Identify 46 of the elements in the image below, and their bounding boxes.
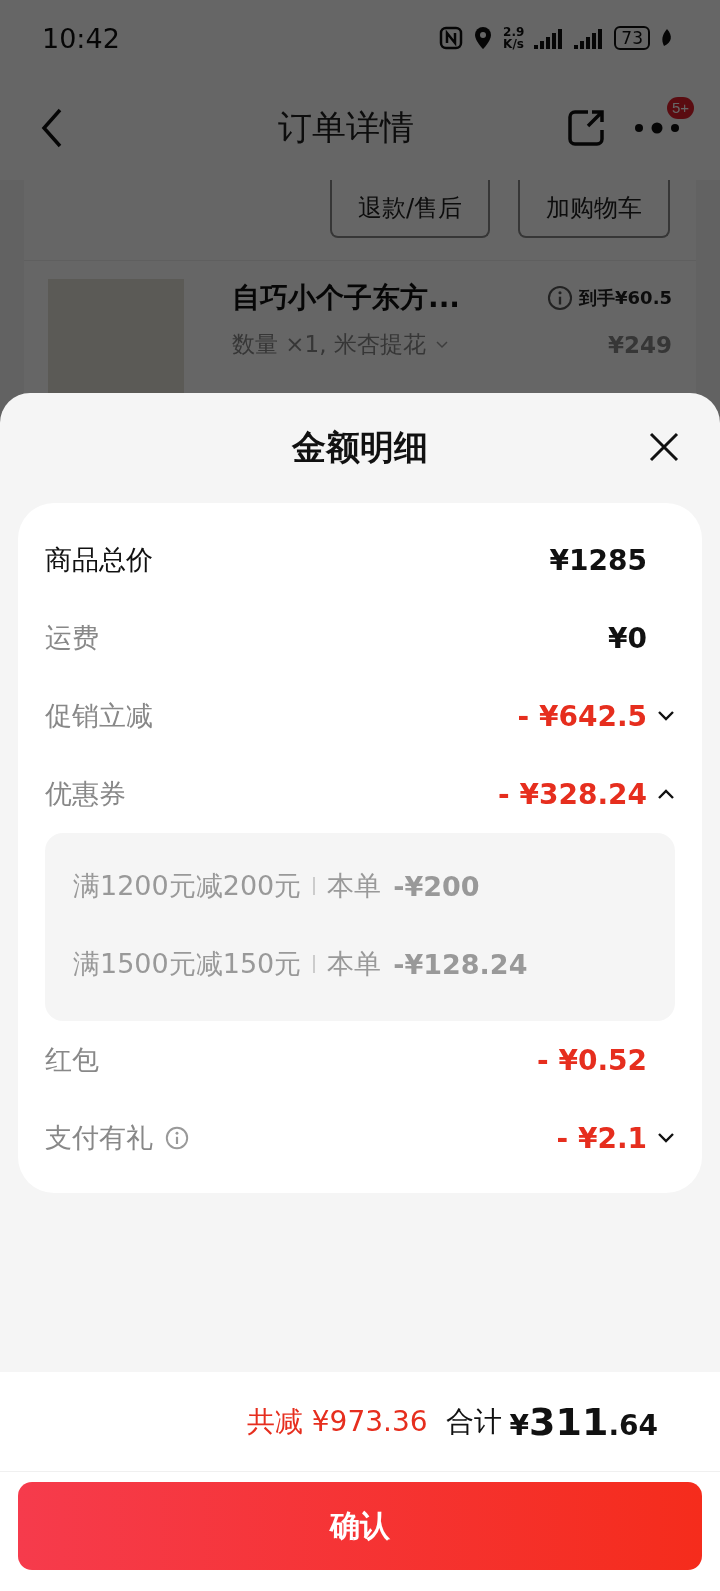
back-button[interactable] xyxy=(40,108,64,148)
coupon-scope: 本单 xyxy=(327,869,382,903)
total-amount: ¥311.64 xyxy=(509,1399,658,1444)
row-label: 运费 xyxy=(45,621,99,655)
share-icon[interactable] xyxy=(566,108,606,148)
total-label: 合计 xyxy=(445,1403,502,1440)
coupon-rule: 满1500元减150元 xyxy=(73,947,302,981)
row-amount: - ¥328.24 xyxy=(498,777,647,811)
row-amount: ¥1285 xyxy=(549,543,647,577)
coupon-amount: -¥200 xyxy=(393,870,480,902)
coupon-amount: -¥128.24 xyxy=(393,948,528,980)
status-time: 10:42 xyxy=(42,22,120,54)
net-price: 到手¥60.5 xyxy=(579,286,672,310)
notification-badge: 5+ xyxy=(666,97,694,119)
order-action-button[interactable]: 退款/售后 xyxy=(329,180,490,238)
chevron-down-icon[interactable] xyxy=(435,340,448,349)
row-amount: ¥0 xyxy=(608,621,647,655)
row-label: 优惠券 xyxy=(45,777,126,811)
row-label: 商品总价 xyxy=(45,543,153,577)
coupon-rule: 满1200元减200元 xyxy=(73,869,302,903)
row-amount: - ¥2.1 xyxy=(556,1121,647,1155)
info-icon[interactable] xyxy=(547,285,574,311)
coupon-scope: 本单 xyxy=(327,947,382,981)
order-action-button[interactable]: 加购物车 xyxy=(518,180,670,238)
row-amount: - ¥642.5 xyxy=(517,699,647,733)
expand-chevron-icon[interactable] xyxy=(657,1132,675,1144)
confirm-button[interactable]: 确认 xyxy=(18,1482,702,1570)
close-icon[interactable] xyxy=(648,431,680,463)
total-saved: 共减 ¥973.36 xyxy=(246,1403,428,1440)
page-title: 订单详情 xyxy=(277,106,415,149)
network-speed: 2.9 K/s xyxy=(503,26,525,50)
leaf-icon xyxy=(660,28,674,48)
row-label: 红包 xyxy=(45,1043,99,1077)
row-label: 促销立减 xyxy=(45,699,153,733)
expand-chevron-icon[interactable] xyxy=(657,710,675,722)
location-icon xyxy=(473,26,494,50)
signal-icon xyxy=(574,27,605,49)
row-label: 支付有礼 xyxy=(45,1121,153,1155)
info-icon[interactable] xyxy=(165,1126,189,1150)
product-title: 自巧小个子东方... xyxy=(232,280,460,316)
signal-icon xyxy=(534,27,565,49)
sheet-title: 金额明细 xyxy=(292,426,428,469)
nfc-icon xyxy=(439,26,464,50)
row-amount: - ¥0.52 xyxy=(537,1043,647,1077)
battery-level: 73 xyxy=(614,26,650,50)
collapse-chevron-icon[interactable] xyxy=(657,788,675,800)
